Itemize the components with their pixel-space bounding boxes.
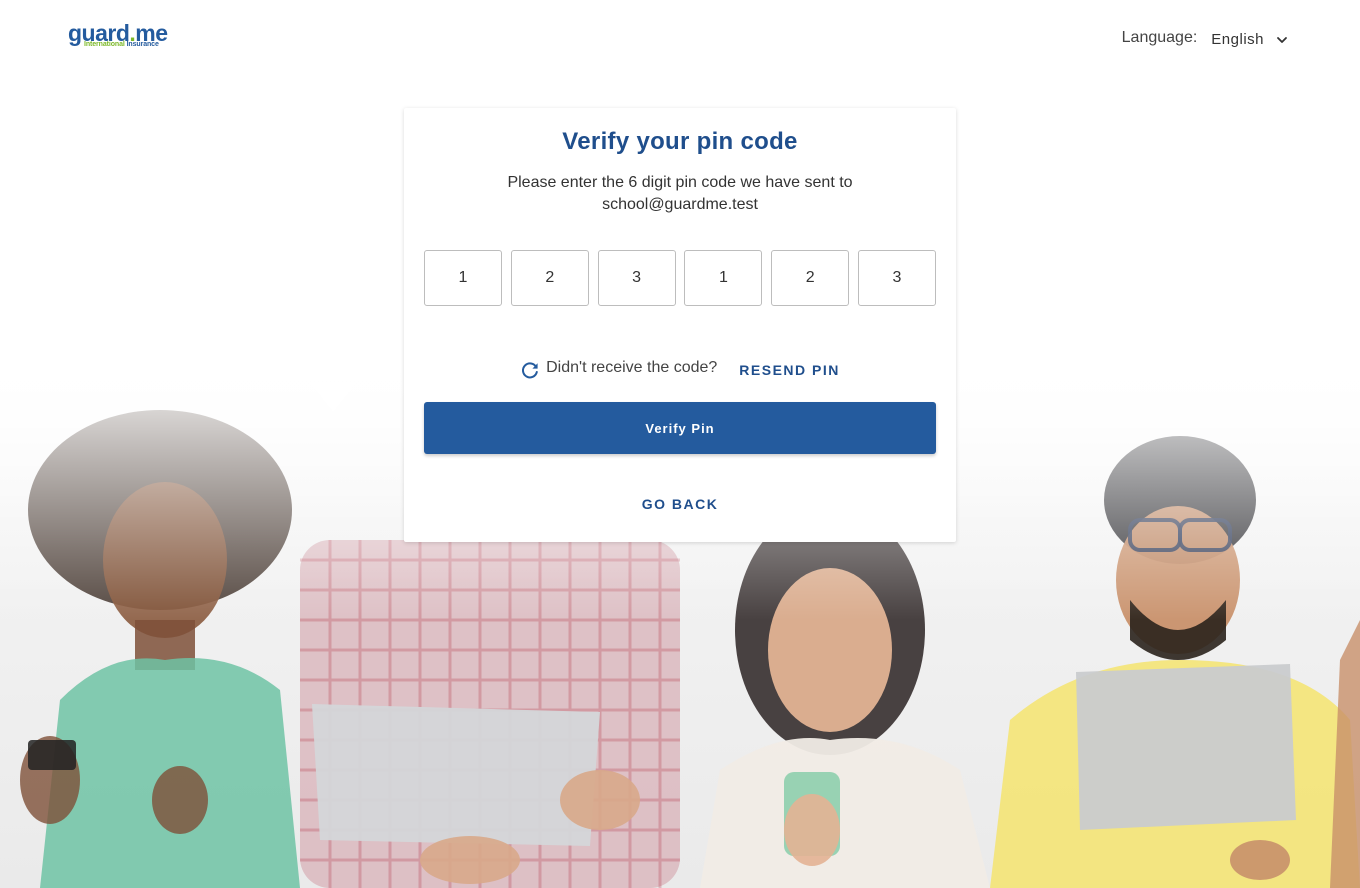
pin-digit-1-input[interactable]: [424, 250, 502, 306]
pin-digit-3-input[interactable]: [597, 250, 676, 306]
go-back-link[interactable]: GO BACK: [404, 496, 956, 512]
language-value: English: [1211, 31, 1264, 48]
logo-tagline: International Insurance: [84, 41, 159, 48]
refresh-icon: [522, 362, 538, 379]
verify-pin-button[interactable]: Verify Pin: [424, 402, 936, 454]
subtitle-instruction: Please enter the 6 digit pin code we hav…: [507, 174, 853, 191]
resend-prompt: Didn't receive the code?: [546, 359, 718, 376]
card-title: Verify your pin code: [562, 128, 798, 155]
verify-pin-card: Verify your pin code Please enter the 6 …: [404, 108, 956, 542]
language-dropdown[interactable]: English: [1211, 28, 1288, 48]
subtitle-email: school@guardme.test: [602, 196, 758, 213]
pin-digit-6-input[interactable]: [857, 250, 936, 306]
chevron-down-icon: [1277, 36, 1287, 43]
pin-digit-5-input[interactable]: [771, 250, 850, 306]
resend-row: Didn't receive the code? RESEND PIN: [404, 356, 956, 380]
pin-digit-2-input[interactable]: [510, 250, 589, 306]
pin-digit-4-input[interactable]: [684, 250, 763, 306]
guardme-logo[interactable]: guard.me International Insurance: [68, 20, 168, 50]
language-selector: Language: English: [1122, 26, 1288, 50]
card-subtitle: Please enter the 6 digit pin code we hav…: [444, 172, 916, 216]
pin-input-group: [424, 250, 936, 306]
language-label: Language:: [1121, 29, 1198, 46]
resend-pin-link[interactable]: RESEND PIN: [739, 362, 840, 378]
